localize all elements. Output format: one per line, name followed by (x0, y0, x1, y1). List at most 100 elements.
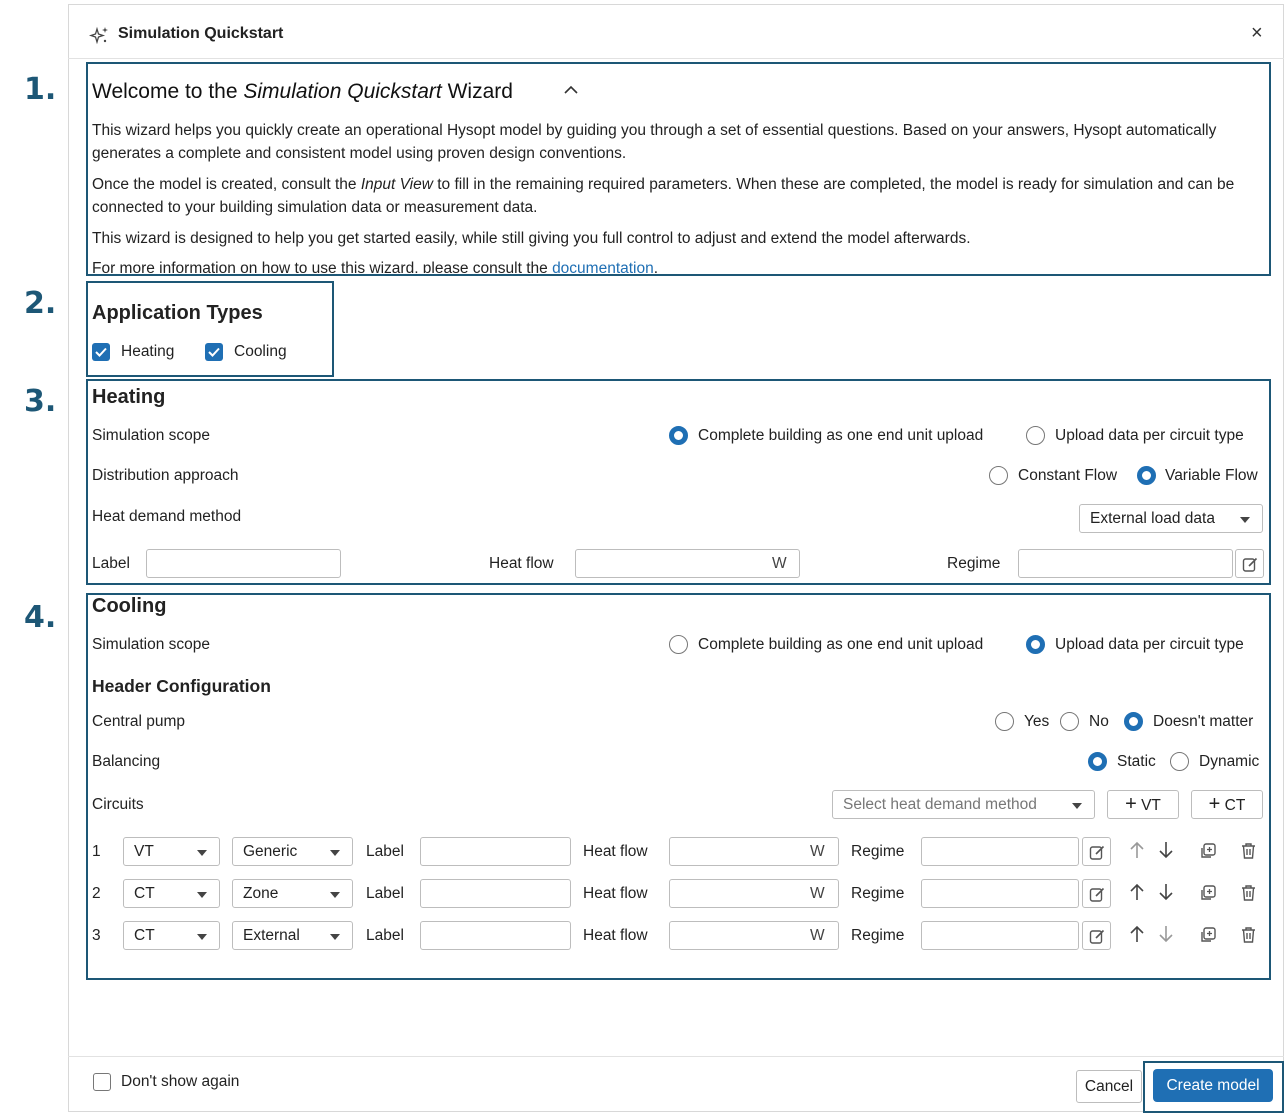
duplicate-icon[interactable] (1199, 926, 1217, 944)
circuit-label-field-label: Label (366, 927, 404, 944)
heating-constant-flow-label: Constant Flow (1018, 467, 1118, 484)
heat-demand-method-select[interactable]: External load data (1079, 504, 1263, 533)
duplicate-icon[interactable] (1199, 884, 1217, 902)
edit-icon (1089, 887, 1105, 902)
heating-label-input[interactable] (146, 549, 341, 578)
circuit-subtype-value: External (243, 927, 300, 944)
circuit-regime-label: Regime (851, 885, 905, 902)
trash-icon[interactable] (1240, 842, 1257, 860)
circuit-label-input[interactable] (420, 921, 571, 950)
circuit-type-select[interactable]: CT (123, 879, 220, 908)
dialog-title: Simulation Quickstart (118, 25, 284, 42)
circuit-demand-method-select[interactable]: Select heat demand method (832, 790, 1095, 819)
welcome-title: Welcome to the Simulation Quickstart Wiz… (92, 80, 513, 103)
step-number-4: 4. (24, 600, 57, 635)
heating-checkbox[interactable] (92, 343, 110, 361)
welcome-paragraph-3: This wizard is designed to help you get … (92, 230, 971, 247)
circuit-label-input[interactable] (420, 879, 571, 908)
step-number-1: 1. (24, 72, 57, 107)
balancing-static-radio[interactable] (1088, 752, 1107, 771)
caret-down-icon (330, 892, 340, 898)
central-pump-no-radio[interactable] (1060, 712, 1079, 731)
arrow-down-icon[interactable] (1158, 840, 1174, 860)
cooling-scope-radio-per-circuit[interactable] (1026, 635, 1045, 654)
circuit-regime-input[interactable] (921, 879, 1079, 908)
arrow-up-icon[interactable] (1129, 924, 1145, 944)
trash-icon[interactable] (1240, 926, 1257, 944)
cooling-scope-label: Simulation scope (92, 636, 211, 653)
central-pump-no-label: No (1089, 713, 1109, 730)
documentation-link[interactable]: documentation (552, 260, 654, 273)
circuit-subtype-select[interactable]: Generic (232, 837, 353, 866)
circuit-regime-input[interactable] (921, 837, 1079, 866)
circuit-regime-input[interactable] (921, 921, 1079, 950)
arrow-up-icon[interactable] (1129, 840, 1145, 860)
heating-scope-option-complete: Complete building as one end unit upload (698, 427, 984, 444)
circuit-regime-edit-button[interactable] (1082, 879, 1111, 908)
circuit-heatflow-unit: W (810, 843, 825, 860)
circuit-subtype-select[interactable]: Zone (232, 879, 353, 908)
arrow-down-icon[interactable] (1158, 882, 1174, 902)
circuit-regime-edit-button[interactable] (1082, 921, 1111, 950)
close-icon[interactable]: × (1251, 22, 1263, 45)
circuit-label-input[interactable] (420, 837, 571, 866)
caret-down-icon (330, 934, 340, 940)
add-vt-button[interactable]: + VT (1107, 790, 1179, 819)
edit-icon (1089, 845, 1105, 860)
circuit-index: 1 (92, 843, 101, 860)
cooling-checkbox[interactable] (205, 343, 223, 361)
heating-regime-edit-button[interactable] (1235, 549, 1264, 578)
circuit-type-value: CT (134, 885, 155, 902)
circuit-heatflow-unit: W (810, 927, 825, 944)
arrow-up-icon[interactable] (1129, 882, 1145, 902)
heating-title: Heating (92, 386, 166, 408)
heat-demand-method-value: External load data (1090, 510, 1215, 527)
circuit-type-value: VT (134, 843, 154, 860)
add-vt-label: VT (1141, 797, 1161, 814)
cooling-scope-radio-complete[interactable] (669, 635, 688, 654)
central-pump-yes-radio[interactable] (995, 712, 1014, 731)
heating-scope-radio-per-circuit[interactable] (1026, 426, 1045, 445)
arrow-down-icon[interactable] (1158, 924, 1174, 944)
heating-scope-radio-complete[interactable] (669, 426, 688, 445)
cooling-title: Cooling (92, 595, 167, 617)
check-icon (208, 347, 220, 357)
circuit-label-field-label: Label (366, 843, 404, 860)
plus-icon: + (1125, 793, 1137, 815)
balancing-static-label: Static (1117, 753, 1156, 770)
chevron-up-icon[interactable] (563, 84, 579, 96)
circuit-subtype-select[interactable]: External (232, 921, 353, 950)
duplicate-icon[interactable] (1199, 842, 1217, 860)
dont-show-again-checkbox[interactable] (93, 1073, 111, 1091)
circuit-regime-edit-button[interactable] (1082, 837, 1111, 866)
balancing-dynamic-label: Dynamic (1199, 753, 1260, 770)
heating-variable-flow-radio[interactable] (1137, 466, 1156, 485)
cooling-scope-option-complete: Complete building as one end unit upload (698, 636, 984, 653)
balancing-dynamic-radio[interactable] (1170, 752, 1189, 771)
check-icon (95, 347, 107, 357)
cancel-button[interactable]: Cancel (1076, 1070, 1142, 1103)
heating-heatflow-input[interactable] (575, 549, 800, 578)
application-types-highlight (86, 281, 334, 377)
create-model-button[interactable]: Create model (1153, 1069, 1273, 1102)
trash-icon[interactable] (1240, 884, 1257, 902)
circuit-type-value: CT (134, 927, 155, 944)
heating-variable-flow-label: Variable Flow (1165, 467, 1258, 484)
balancing-label: Balancing (92, 753, 161, 770)
application-types-title: Application Types (92, 302, 263, 324)
circuit-index: 3 (92, 927, 101, 944)
heating-regime-input[interactable] (1018, 549, 1233, 578)
caret-down-icon (1240, 517, 1250, 523)
add-ct-button[interactable]: + CT (1191, 790, 1263, 819)
circuit-heatflow-unit: W (810, 885, 825, 902)
circuit-type-select[interactable]: VT (123, 837, 220, 866)
circuit-type-select[interactable]: CT (123, 921, 220, 950)
welcome-paragraph-2: Once the model is created, consult the I… (92, 176, 1235, 216)
central-pump-doesnt-matter-radio[interactable] (1124, 712, 1143, 731)
circuit-subtype-value: Zone (243, 885, 279, 902)
plus-icon: + (1208, 793, 1221, 815)
heating-constant-flow-radio[interactable] (989, 466, 1008, 485)
cooling-scope-option-per-circuit: Upload data per circuit type (1055, 636, 1244, 653)
circuit-heatflow-label: Heat flow (583, 885, 648, 902)
circuit-regime-label: Regime (851, 843, 905, 860)
